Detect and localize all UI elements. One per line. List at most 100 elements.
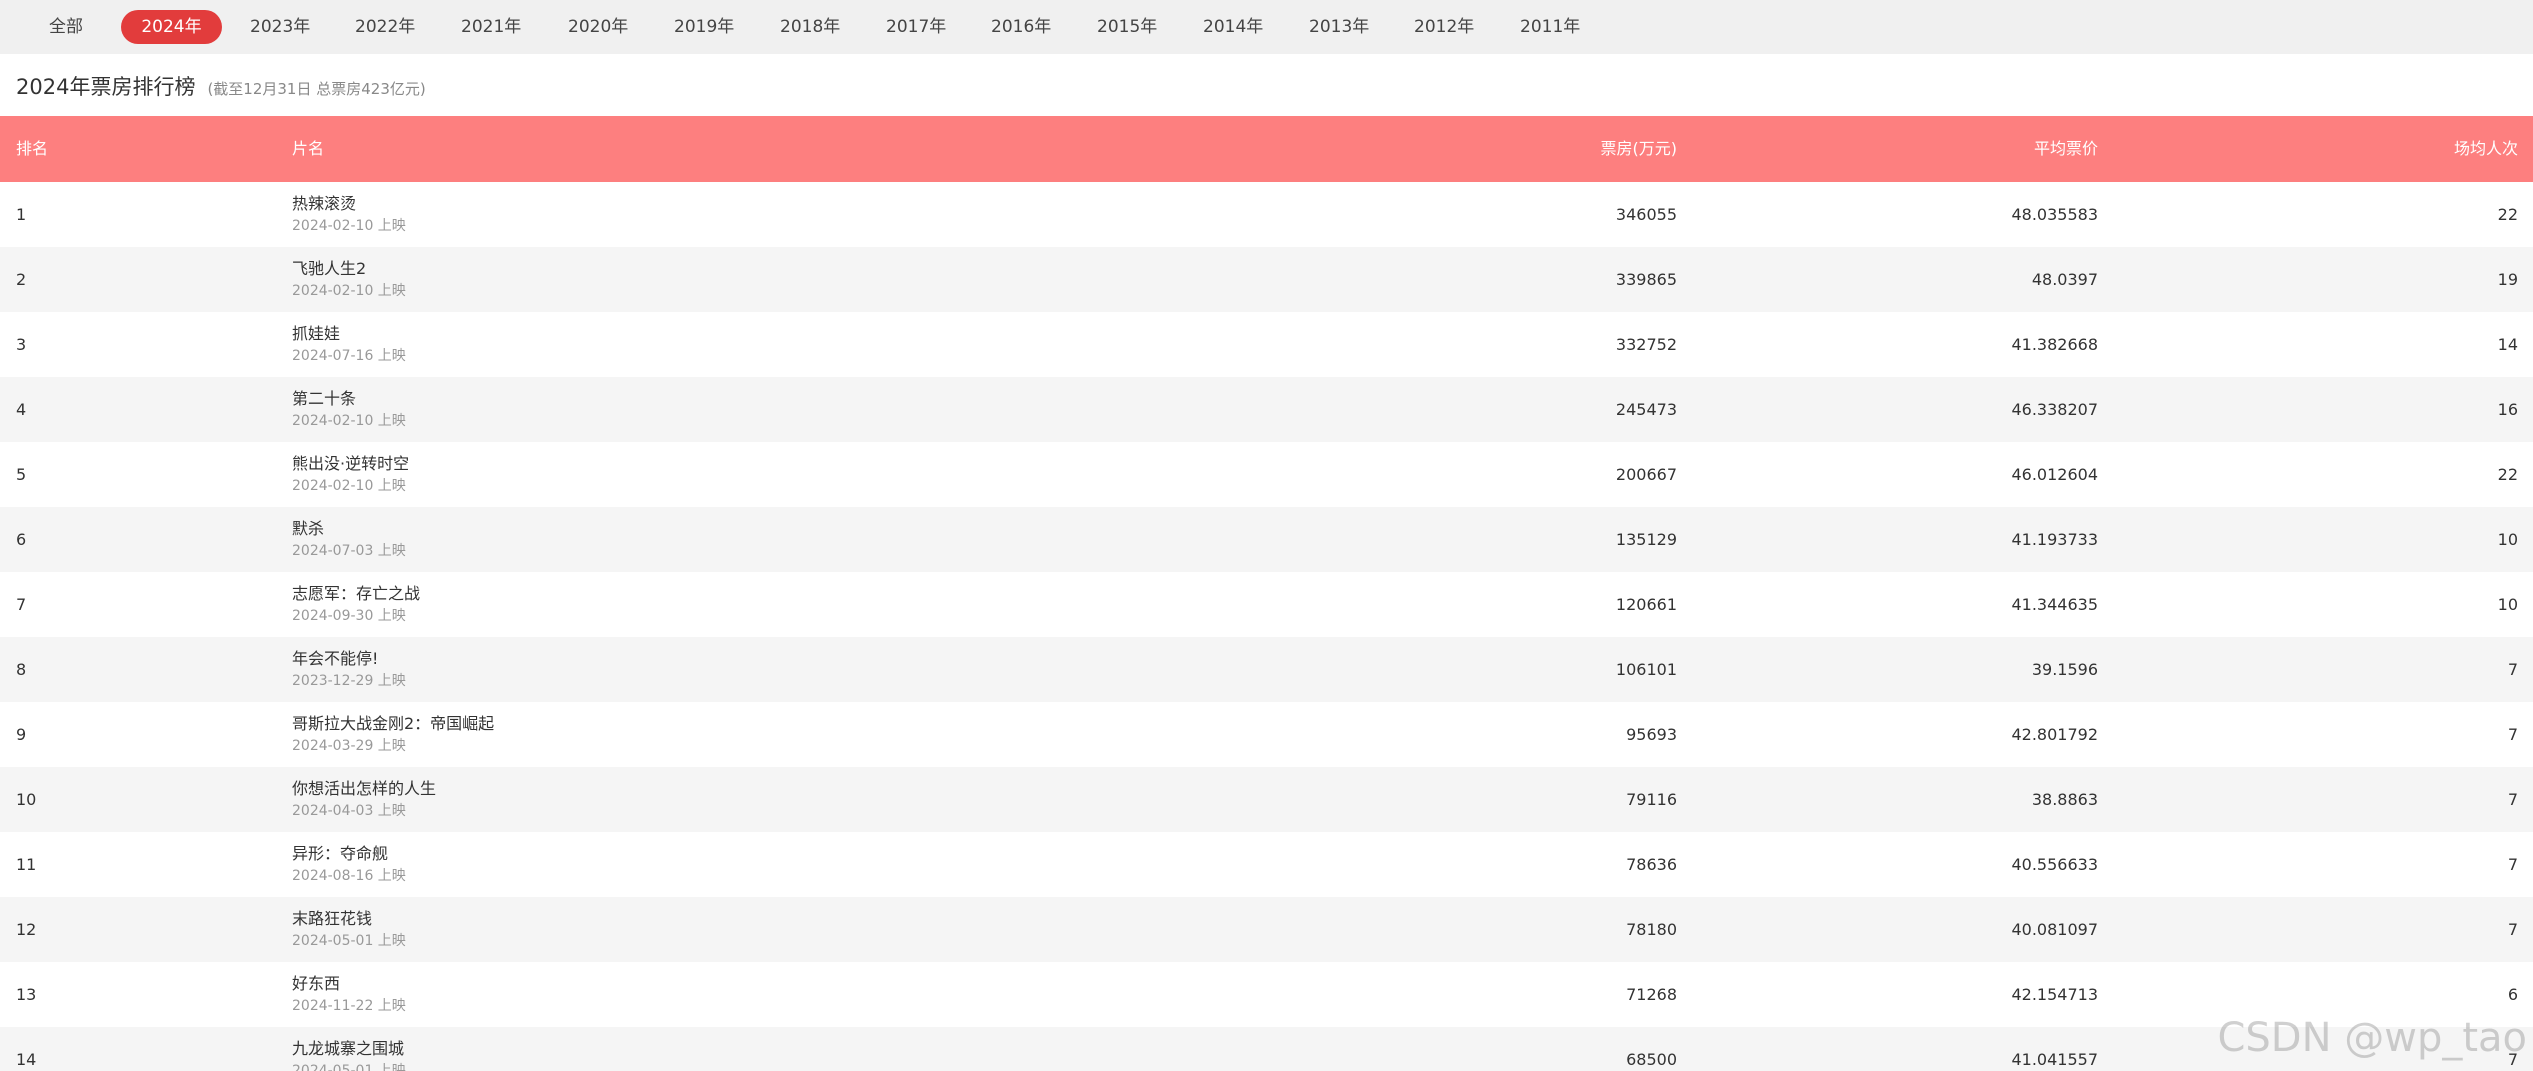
avg-price-cell: 41.193733: [2011, 530, 2098, 549]
movie-title[interactable]: 异形：夺命舰: [292, 844, 406, 864]
avg-price-cell: 46.338207: [2011, 400, 2098, 419]
table-row[interactable]: 2 飞驰人生2 2024-02-10 上映 339865 48.0397 19: [0, 247, 2533, 312]
year-tab-2016[interactable]: 2016年: [991, 10, 1051, 44]
movie-title[interactable]: 末路狂花钱: [292, 909, 406, 929]
movie-title[interactable]: 好东西: [292, 974, 406, 994]
year-tab-2021[interactable]: 2021年: [461, 10, 521, 44]
movie-title[interactable]: 哥斯拉大战金刚2：帝国崛起: [292, 714, 494, 734]
movie-title[interactable]: 飞驰人生2: [292, 259, 406, 279]
avg-people-cell: 10: [2497, 530, 2518, 549]
movie-title[interactable]: 九龙城寨之围城: [292, 1039, 406, 1059]
name-cell: 九龙城寨之围城 2024-05-01 上映: [292, 1039, 406, 1071]
year-tab-2024[interactable]: 2024年: [121, 10, 222, 44]
year-tab-2022[interactable]: 2022年: [355, 10, 415, 44]
rank-cell: 4: [16, 400, 27, 419]
avg-people-cell: 16: [2497, 400, 2518, 419]
year-tab-2011[interactable]: 2011年: [1520, 10, 1580, 44]
rank-cell: 9: [16, 725, 27, 744]
year-tab-2012[interactable]: 2012年: [1414, 10, 1474, 44]
table-row[interactable]: 3 抓娃娃 2024-07-16 上映 332752 41.382668 14: [0, 312, 2533, 377]
movie-title[interactable]: 熊出没·逆转时空: [292, 454, 409, 474]
name-cell: 默杀 2024-07-03 上映: [292, 519, 406, 561]
year-filter-bar: 全部 2024年 2023年 2022年 2021年 2020年 2019年 2018年 201…: [0, 0, 2533, 54]
rank-cell: 2: [16, 270, 27, 289]
year-tab-2014[interactable]: 2014年: [1203, 10, 1263, 44]
name-cell: 抓娃娃 2024-07-16 上映: [292, 324, 406, 366]
rank-cell: 10: [16, 790, 37, 809]
table-row[interactable]: 1 热辣滚烫 2024-02-10 上映 346055 48.035583 22: [0, 182, 2533, 247]
year-tab-all[interactable]: 全部: [40, 10, 92, 44]
movie-title[interactable]: 默杀: [292, 519, 406, 539]
release-date: 2024-05-01 上映: [292, 1063, 406, 1071]
year-tab-2020[interactable]: 2020年: [568, 10, 628, 44]
release-date: 2024-02-10 上映: [292, 478, 406, 494]
year-tab-2015[interactable]: 2015年: [1097, 10, 1157, 44]
rank-cell: 1: [16, 205, 27, 224]
header-rank: 排名: [16, 139, 49, 158]
movie-title[interactable]: 你想活出怎样的人生: [292, 779, 436, 799]
movie-title[interactable]: 志愿军：存亡之战: [292, 584, 420, 604]
box-office-table: 排名 片名 票房(万元) 平均票价 场均人次 1 热辣滚烫 2024-02-10 上…: [0, 116, 2533, 1071]
box-office-cell: 79116: [1626, 790, 1677, 809]
page: 全部 2024年 2023年 2022年 2021年 2020年 2019年 2018年 201…: [0, 0, 2533, 1071]
avg-price-cell: 41.382668: [2011, 335, 2098, 354]
year-tab-2017[interactable]: 2017年: [886, 10, 946, 44]
avg-people-cell: 10: [2497, 595, 2518, 614]
box-office-cell: 332752: [1615, 335, 1677, 354]
year-tab-2023[interactable]: 2023年: [250, 10, 310, 44]
rank-cell: 14: [16, 1050, 37, 1069]
table-row[interactable]: 5 熊出没·逆转时空 2024-02-10 上映 200667 46.012604 22: [0, 442, 2533, 507]
watermark: CSDN @wp_tao: [2217, 1015, 2527, 1061]
box-office-cell: 68500: [1626, 1050, 1677, 1069]
avg-people-cell: 7: [2507, 725, 2518, 744]
release-date: 2024-07-03 上映: [292, 543, 406, 559]
avg-people-cell: 7: [2507, 790, 2518, 809]
movie-title[interactable]: 热辣滚烫: [292, 194, 406, 214]
box-office-cell: 78636: [1626, 855, 1677, 874]
avg-price-cell: 39.1596: [2031, 660, 2098, 679]
rank-cell: 3: [16, 335, 27, 354]
table-row[interactable]: 8 年会不能停! 2023-12-29 上映 106101 39.1596 7: [0, 637, 2533, 702]
table-row[interactable]: 10 你想活出怎样的人生 2024-04-03 上映 79116 38.8863 7: [0, 767, 2533, 832]
avg-price-cell: 42.801792: [2011, 725, 2098, 744]
table-row[interactable]: 9 哥斯拉大战金刚2：帝国崛起 2024-03-29 上映 95693 42.80179…: [0, 702, 2533, 767]
rank-cell: 6: [16, 530, 27, 549]
page-title: 2024年票房排行榜: [16, 75, 196, 99]
table-row[interactable]: 4 第二十条 2024-02-10 上映 245473 46.338207 16: [0, 377, 2533, 442]
movie-title[interactable]: 第二十条: [292, 389, 406, 409]
avg-people-cell: 7: [2507, 920, 2518, 939]
movie-title[interactable]: 抓娃娃: [292, 324, 406, 344]
rank-cell: 7: [16, 595, 27, 614]
table-row[interactable]: 6 默杀 2024-07-03 上映 135129 41.193733 10: [0, 507, 2533, 572]
year-tab-2013[interactable]: 2013年: [1309, 10, 1369, 44]
rank-cell: 11: [16, 855, 37, 874]
table-row[interactable]: 13 好东西 2024-11-22 上映 71268 42.154713 6: [0, 962, 2533, 1027]
name-cell: 飞驰人生2 2024-02-10 上映: [292, 259, 406, 301]
table-row[interactable]: 11 异形：夺命舰 2024-08-16 上映 78636 40.556633 7: [0, 832, 2533, 897]
avg-price-cell: 41.041557: [2011, 1050, 2098, 1069]
avg-price-cell: 48.0397: [2031, 270, 2098, 289]
name-cell: 末路狂花钱 2024-05-01 上映: [292, 909, 406, 951]
table-row[interactable]: 7 志愿军：存亡之战 2024-09-30 上映 120661 41.344635 10: [0, 572, 2533, 637]
box-office-cell: 71268: [1626, 985, 1677, 1004]
header-name: 片名: [292, 139, 325, 158]
box-office-cell: 346055: [1615, 205, 1677, 224]
year-tab-2018[interactable]: 2018年: [780, 10, 840, 44]
header-avg-people: 场均人次: [2453, 139, 2518, 158]
movie-title[interactable]: 年会不能停!: [292, 649, 406, 669]
name-cell: 哥斯拉大战金刚2：帝国崛起 2024-03-29 上映: [292, 714, 494, 756]
name-cell: 熊出没·逆转时空 2024-02-10 上映: [292, 454, 409, 496]
box-office-cell: 120661: [1615, 595, 1677, 614]
table-row[interactable]: 14 九龙城寨之围城 2024-05-01 上映 68500 41.041557 7: [0, 1027, 2533, 1071]
table-header: 排名 片名 票房(万元) 平均票价 场均人次: [0, 116, 2533, 182]
release-date: 2024-05-01 上映: [292, 933, 406, 949]
name-cell: 热辣滚烫 2024-02-10 上映: [292, 194, 406, 236]
year-tab-2019[interactable]: 2019年: [674, 10, 734, 44]
name-cell: 志愿军：存亡之战 2024-09-30 上映: [292, 584, 420, 626]
release-date: 2024-03-29 上映: [292, 738, 406, 754]
box-office-cell: 106101: [1615, 660, 1677, 679]
box-office-cell: 78180: [1626, 920, 1677, 939]
table-row[interactable]: 12 末路狂花钱 2024-05-01 上映 78180 40.081097 7: [0, 897, 2533, 962]
rank-cell: 5: [16, 465, 27, 484]
avg-people-cell: 14: [2497, 335, 2518, 354]
